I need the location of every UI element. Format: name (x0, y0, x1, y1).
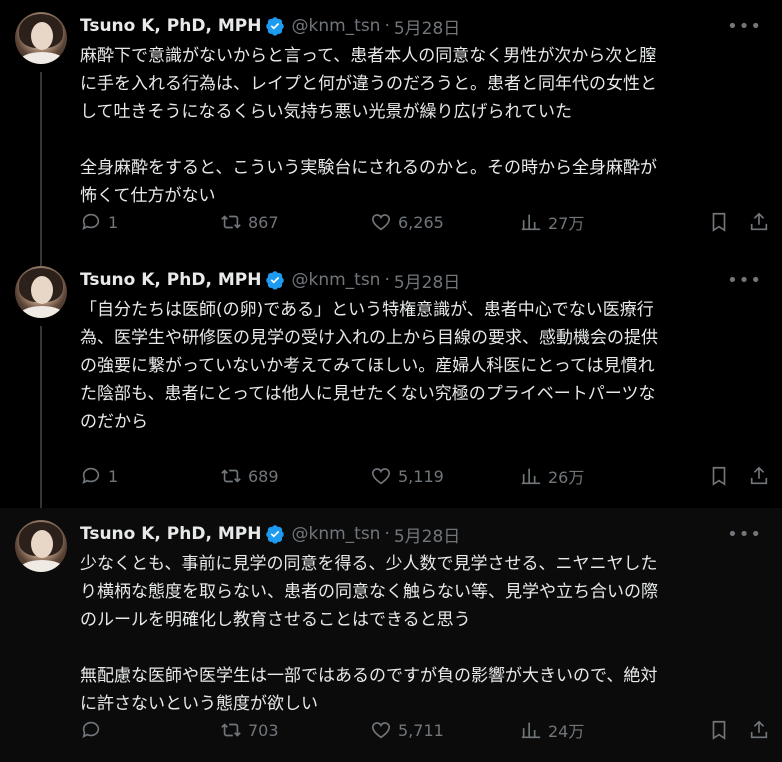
like-count: 5,119 (398, 466, 444, 486)
views-count: 26万 (548, 468, 585, 487)
reply-button[interactable]: 1 (80, 211, 220, 233)
reply-icon (82, 467, 100, 484)
retweet-icon (221, 469, 241, 483)
tweet-1[interactable]: Tsuno K, PhD, MPH @knm_tsn · 5月28日 ••• 麻… (0, 0, 782, 270)
like-icon (371, 214, 391, 231)
like-button[interactable]: 5,119 (370, 465, 520, 487)
like-button[interactable]: 6,265 (370, 211, 520, 233)
tweet-text: 麻酔下で意識がないからと言って、患者本人の同意なく男性が次から次と膣 に手を入れ… (80, 46, 657, 206)
like-icon (371, 468, 391, 485)
avatar[interactable] (15, 12, 67, 64)
author-name[interactable]: Tsuno K, PhD, MPH (80, 524, 261, 544)
reply-icon (82, 721, 100, 738)
retweet-button[interactable]: 867 (220, 211, 370, 233)
tweet-text: 少なくとも、事前に見学の同意を得る、少人数で見学させる、ニヤニヤした り横柄な態… (80, 554, 658, 714)
like-count: 5,711 (398, 720, 444, 740)
thread-line (40, 326, 42, 524)
author-handle[interactable]: @knm_tsn (291, 524, 380, 544)
verified-icon (266, 17, 285, 36)
author-handle[interactable]: @knm_tsn (291, 270, 380, 290)
reply-button[interactable]: 1 (80, 465, 220, 487)
tweet-header: Tsuno K, PhD, MPH @knm_tsn · 5月28日 (80, 266, 770, 294)
tweet-text: 「自分たちは医師(の卵)である」という特権意識が、患者中心でない医療行 為、医学… (80, 300, 658, 432)
retweet-icon (221, 215, 241, 229)
retweet-count: 689 (248, 466, 279, 486)
separator: · (384, 524, 390, 544)
more-icon[interactable]: ••• (727, 16, 762, 37)
bookmark-button[interactable] (708, 211, 730, 233)
avatar[interactable] (15, 266, 67, 318)
views-count: 27万 (548, 214, 585, 233)
bookmark-button[interactable] (708, 719, 730, 741)
tweet-3[interactable]: Tsuno K, PhD, MPH @knm_tsn · 5月28日 ••• 少… (0, 508, 782, 762)
views-button[interactable]: 24万 (520, 718, 660, 742)
tweet-actions: 703 5,711 24万 (80, 716, 770, 744)
like-count: 6,265 (398, 212, 444, 232)
separator: · (384, 270, 390, 290)
bookmark-icon (712, 720, 726, 740)
tweet-actions: 1 867 6,265 27万 (80, 208, 770, 236)
retweet-count: 867 (248, 212, 279, 232)
tweet-header: Tsuno K, PhD, MPH @knm_tsn · 5月28日 (80, 12, 770, 40)
share-icon (750, 212, 768, 231)
more-icon[interactable]: ••• (727, 270, 762, 291)
tweet-date[interactable]: 5月28日 (394, 14, 460, 39)
like-button[interactable]: 5,711 (370, 719, 520, 741)
reply-button[interactable] (80, 719, 220, 741)
retweet-count: 703 (248, 720, 279, 740)
bookmark-icon (712, 212, 726, 232)
views-icon (521, 468, 541, 485)
timeline: Tsuno K, PhD, MPH @knm_tsn · 5月28日 ••• 麻… (0, 0, 782, 762)
retweet-icon (221, 723, 241, 737)
views-button[interactable]: 27万 (520, 210, 660, 234)
avatar[interactable] (15, 520, 67, 572)
tweet-2[interactable]: Tsuno K, PhD, MPH @knm_tsn · 5月28日 ••• 「… (0, 254, 782, 524)
views-icon (521, 214, 541, 231)
share-icon (750, 720, 768, 739)
share-button[interactable] (748, 465, 770, 487)
bookmark-icon (712, 466, 726, 486)
verified-icon (266, 271, 285, 290)
views-count: 24万 (548, 722, 585, 741)
author-name[interactable]: Tsuno K, PhD, MPH (80, 16, 261, 36)
author-handle[interactable]: @knm_tsn (291, 16, 380, 36)
reply-icon (82, 213, 100, 230)
more-icon[interactable]: ••• (727, 524, 762, 545)
share-button[interactable] (748, 719, 770, 741)
share-icon (750, 466, 768, 485)
tweet-header: Tsuno K, PhD, MPH @knm_tsn · 5月28日 (80, 520, 770, 548)
reply-count: 1 (108, 212, 119, 232)
retweet-button[interactable]: 703 (220, 719, 370, 741)
retweet-button[interactable]: 689 (220, 465, 370, 487)
share-button[interactable] (748, 211, 770, 233)
tweet-actions: 1 689 5,119 26万 (80, 462, 770, 490)
thread-line (40, 72, 42, 270)
bookmark-button[interactable] (708, 465, 730, 487)
tweet-date[interactable]: 5月28日 (394, 522, 460, 547)
reply-count: 1 (108, 466, 119, 486)
verified-icon (266, 525, 285, 544)
separator: · (384, 16, 390, 36)
views-icon (521, 722, 541, 739)
views-button[interactable]: 26万 (520, 464, 660, 488)
author-name[interactable]: Tsuno K, PhD, MPH (80, 270, 261, 290)
tweet-date[interactable]: 5月28日 (394, 268, 460, 293)
like-icon (371, 722, 391, 739)
